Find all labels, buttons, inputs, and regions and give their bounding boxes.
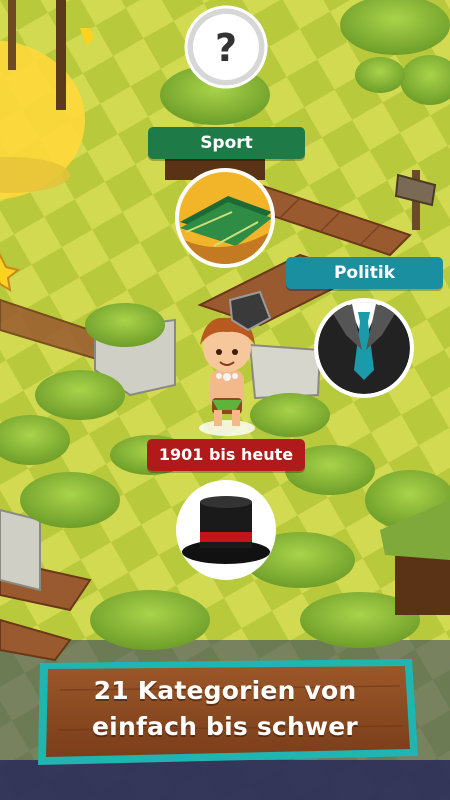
category-label-politik[interactable]: Politik: [286, 257, 443, 289]
help-button[interactable]: ?: [184, 5, 268, 89]
category-label-sport[interactable]: Sport: [148, 127, 305, 159]
category-politik[interactable]: [314, 298, 414, 398]
banner-headline-line-1: 21 Kategorien von: [93, 676, 357, 705]
banner-headline-line-2: einfach bis schwer: [92, 712, 358, 741]
wooden-post: [56, 0, 66, 110]
category-era[interactable]: [176, 480, 276, 580]
question-mark-icon: ?: [215, 26, 237, 70]
category-sport[interactable]: [175, 168, 275, 268]
category-label-era[interactable]: 1901 bis heute: [147, 439, 305, 471]
